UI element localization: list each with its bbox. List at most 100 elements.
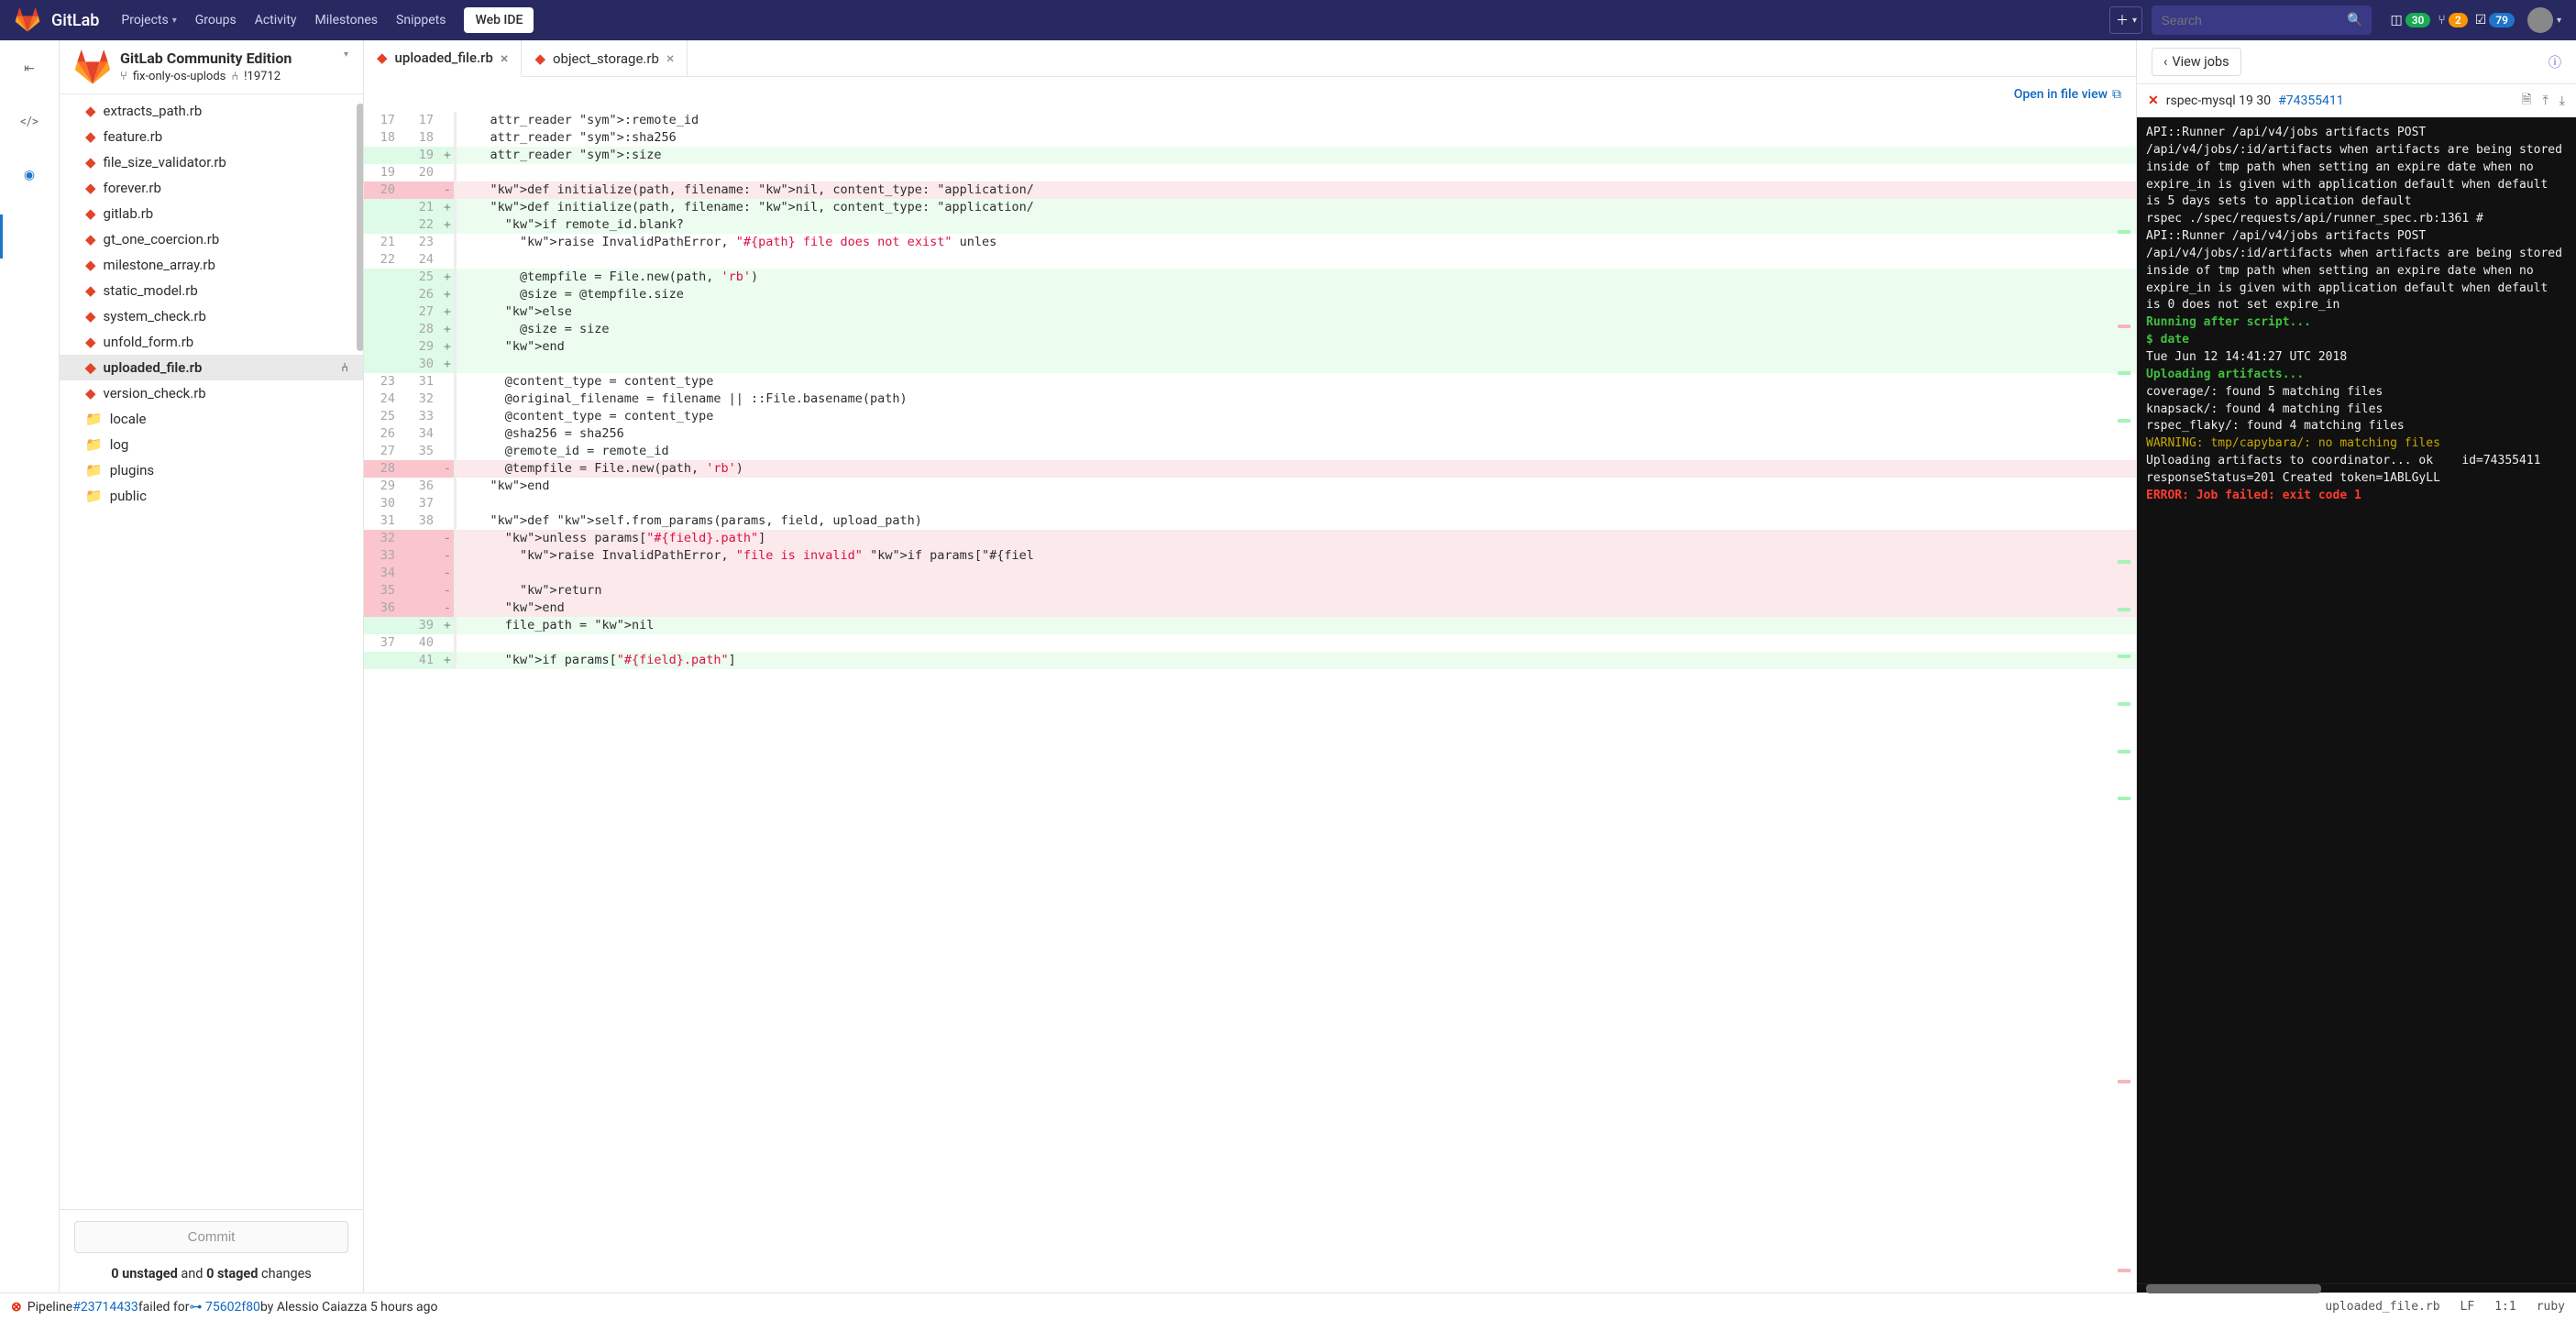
rail-review-icon[interactable]: ◉ (16, 161, 43, 189)
gitlab-logo-icon (15, 7, 40, 33)
status-filename: uploaded_file.rb (2325, 1300, 2439, 1314)
tree-item-extracts_path-rb[interactable]: ◆extracts_path.rb (60, 98, 363, 124)
diff-line[interactable]: 1717 attr_reader "sym">:remote_id (364, 112, 2136, 129)
todos-badge[interactable]: ☑79 (2475, 13, 2515, 28)
nav-milestones[interactable]: Milestones (315, 13, 379, 28)
terminal-scrollbar[interactable] (2137, 1283, 2576, 1292)
tree-item-label: static_model.rb (104, 282, 198, 299)
nav-activity[interactable]: Activity (255, 13, 297, 28)
diff-line[interactable]: 25+ @tempfile = File.new(path, 'rb') (364, 269, 2136, 286)
scroll-top-icon[interactable]: ⤒ (2543, 94, 2548, 108)
commit-link[interactable]: 75602f80 (205, 1300, 260, 1314)
view-jobs-button[interactable]: ‹View jobs (2152, 48, 2241, 76)
tree-item-version_check-rb[interactable]: ◆ version_check.rb (60, 380, 363, 406)
diff-line[interactable]: 2735 @remote_id = remote_id (364, 443, 2136, 460)
diff-line[interactable]: 29+ "kw">end (364, 338, 2136, 356)
diff-line[interactable]: 36- "kw">end (364, 600, 2136, 617)
tree-item-feature-rb[interactable]: ◆feature.rb (60, 124, 363, 149)
minimap[interactable] (2112, 112, 2130, 1292)
changes-status: 0 unstaged and 0 staged changes (74, 1266, 348, 1282)
diff-line[interactable]: 28- @tempfile = File.new(path, 'rb') (364, 460, 2136, 478)
document-icon[interactable]: 🗎 (2521, 90, 2531, 112)
nav-snippets[interactable]: Snippets (396, 13, 446, 28)
scroll-bottom-icon[interactable]: ⤓ (2559, 94, 2565, 108)
diff-line[interactable]: 2331 @content_type = content_type (364, 373, 2136, 390)
tree-item-label: forever.rb (104, 180, 161, 196)
ruby-icon: ◆ (85, 154, 96, 170)
diff-line[interactable]: 2432 @original_filename = filename || ::… (364, 390, 2136, 408)
diff-line[interactable]: 2123 "kw">raise InvalidPathError, "#{pat… (364, 234, 2136, 251)
search-box[interactable]: 🔍 (2152, 6, 2372, 35)
tree-item-gitlab-rb[interactable]: ◆gitlab.rb (60, 201, 363, 226)
diff-line[interactable]: 1818 attr_reader "sym">:sha256 (364, 129, 2136, 147)
diff-view[interactable]: 1717 attr_reader "sym">:remote_id1818 at… (364, 112, 2136, 1292)
issues-badge[interactable]: ◫30 (2390, 13, 2430, 28)
close-icon[interactable]: × (501, 50, 509, 67)
project-title: GitLab Community Edition (120, 50, 340, 67)
diff-line[interactable]: 20- "kw">def initialize(path, filename: … (364, 182, 2136, 199)
chevron-down-icon[interactable]: ▾ (344, 50, 348, 60)
ruby-icon: ◆ (85, 231, 96, 248)
new-button[interactable]: ＋▾ (2109, 6, 2142, 34)
diff-line[interactable]: 22+ "kw">if remote_id.blank? (364, 216, 2136, 234)
tree-item-plugins[interactable]: 📁plugins (60, 457, 363, 483)
rail-back-icon[interactable]: ⇤ (16, 55, 43, 82)
diff-line[interactable]: 35- "kw">return (364, 582, 2136, 600)
diff-line[interactable]: 2224 (364, 251, 2136, 269)
open-in-fileview-link[interactable]: Open in file view ⧉ (2014, 87, 2121, 102)
diff-line[interactable]: 2533 @content_type = content_type (364, 408, 2136, 425)
diff-line[interactable]: 26+ @size = @tempfile.size (364, 286, 2136, 303)
diff-line[interactable]: 41+ "kw">if params["#{field}.path"] (364, 652, 2136, 669)
ruby-icon: ◆ (85, 282, 96, 299)
tree-item-label: log (110, 436, 129, 453)
tree-item-static_model-rb[interactable]: ◆ static_model.rb (60, 278, 363, 303)
tree-item-file_size_validator-rb[interactable]: ◆ file_size_validator.rb (60, 149, 363, 175)
ruby-icon: ◆ (85, 385, 96, 402)
nav-groups[interactable]: Groups (195, 13, 237, 28)
tree-item-unfold_form-rb[interactable]: ◆unfold_form.rb (60, 329, 363, 355)
search-icon: 🔍 (2347, 13, 2362, 28)
tree-item-public[interactable]: 📁public (60, 483, 363, 509)
diff-line[interactable]: 3037 (364, 495, 2136, 512)
nav-projects[interactable]: Projects▾ (121, 13, 176, 28)
commit-button[interactable]: Commit (74, 1221, 348, 1253)
diff-line[interactable]: 32- "kw">unless params["#{field}.path"] (364, 530, 2136, 547)
tree-item-milestone_array-rb[interactable]: ◆milestone_array.rb (60, 252, 363, 278)
tree-item-system_check-rb[interactable]: ◆system_check.rb (60, 303, 363, 329)
tree-item-locale[interactable]: 📁locale (60, 406, 363, 432)
info-icon[interactable]: ⓘ (2548, 53, 2561, 72)
tree-item-log[interactable]: 📁log (60, 432, 363, 457)
nav-webide[interactable]: Web IDE (464, 7, 534, 33)
tree-item-label: locale (110, 411, 147, 427)
diff-line[interactable]: 3138 "kw">def "kw">self.from_params(para… (364, 512, 2136, 530)
diff-line[interactable]: 28+ @size = size (364, 321, 2136, 338)
tab-uploaded_file-rb[interactable]: ◆uploaded_file.rb× (364, 40, 522, 77)
diff-line[interactable]: 27+ "kw">else (364, 303, 2136, 321)
tree-item-label: version_check.rb (104, 385, 206, 402)
tree-item-uploaded_file-rb[interactable]: ◆uploaded_file.rb⑃ (60, 355, 363, 380)
search-input[interactable] (2161, 13, 2347, 28)
scrollbar-thumb[interactable] (357, 104, 363, 351)
job-name: rspec-mysql 19 30 (2166, 94, 2271, 108)
tree-item-label: file_size_validator.rb (104, 154, 226, 170)
diff-line[interactable]: 34- (364, 565, 2136, 582)
job-id-link[interactable]: #74355411 (2278, 94, 2344, 108)
diff-line[interactable]: 39+ file_path = "kw">nil (364, 617, 2136, 634)
diff-line[interactable]: 3740 (364, 634, 2136, 652)
diff-line[interactable]: 19+ attr_reader "sym">:size (364, 147, 2136, 164)
diff-line[interactable]: 2936 "kw">end (364, 478, 2136, 495)
diff-line[interactable]: 2634 @sha256 = sha256 (364, 425, 2136, 443)
user-avatar[interactable] (2527, 7, 2553, 33)
diff-line[interactable]: 33- "kw">raise InvalidPathError, "file i… (364, 547, 2136, 565)
diff-line[interactable]: 21+ "kw">def initialize(path, filename: … (364, 199, 2136, 216)
pipeline-link[interactable]: #23714433 (72, 1300, 138, 1314)
terminal-output[interactable]: API::Runner /api/v4/jobs artifacts POST … (2137, 117, 2576, 1283)
mrs-badge[interactable]: ⑂2 (2438, 13, 2467, 28)
tab-object_storage-rb[interactable]: ◆object_storage.rb× (522, 40, 688, 76)
close-icon[interactable]: × (666, 50, 675, 67)
rail-code-icon[interactable]: </> (16, 108, 43, 136)
diff-line[interactable]: 30+ (364, 356, 2136, 373)
diff-line[interactable]: 1920 (364, 164, 2136, 182)
tree-item-gt_one_coercion-rb[interactable]: ◆gt_one_coercion.rb (60, 226, 363, 252)
tree-item-forever-rb[interactable]: ◆forever.rb (60, 175, 363, 201)
